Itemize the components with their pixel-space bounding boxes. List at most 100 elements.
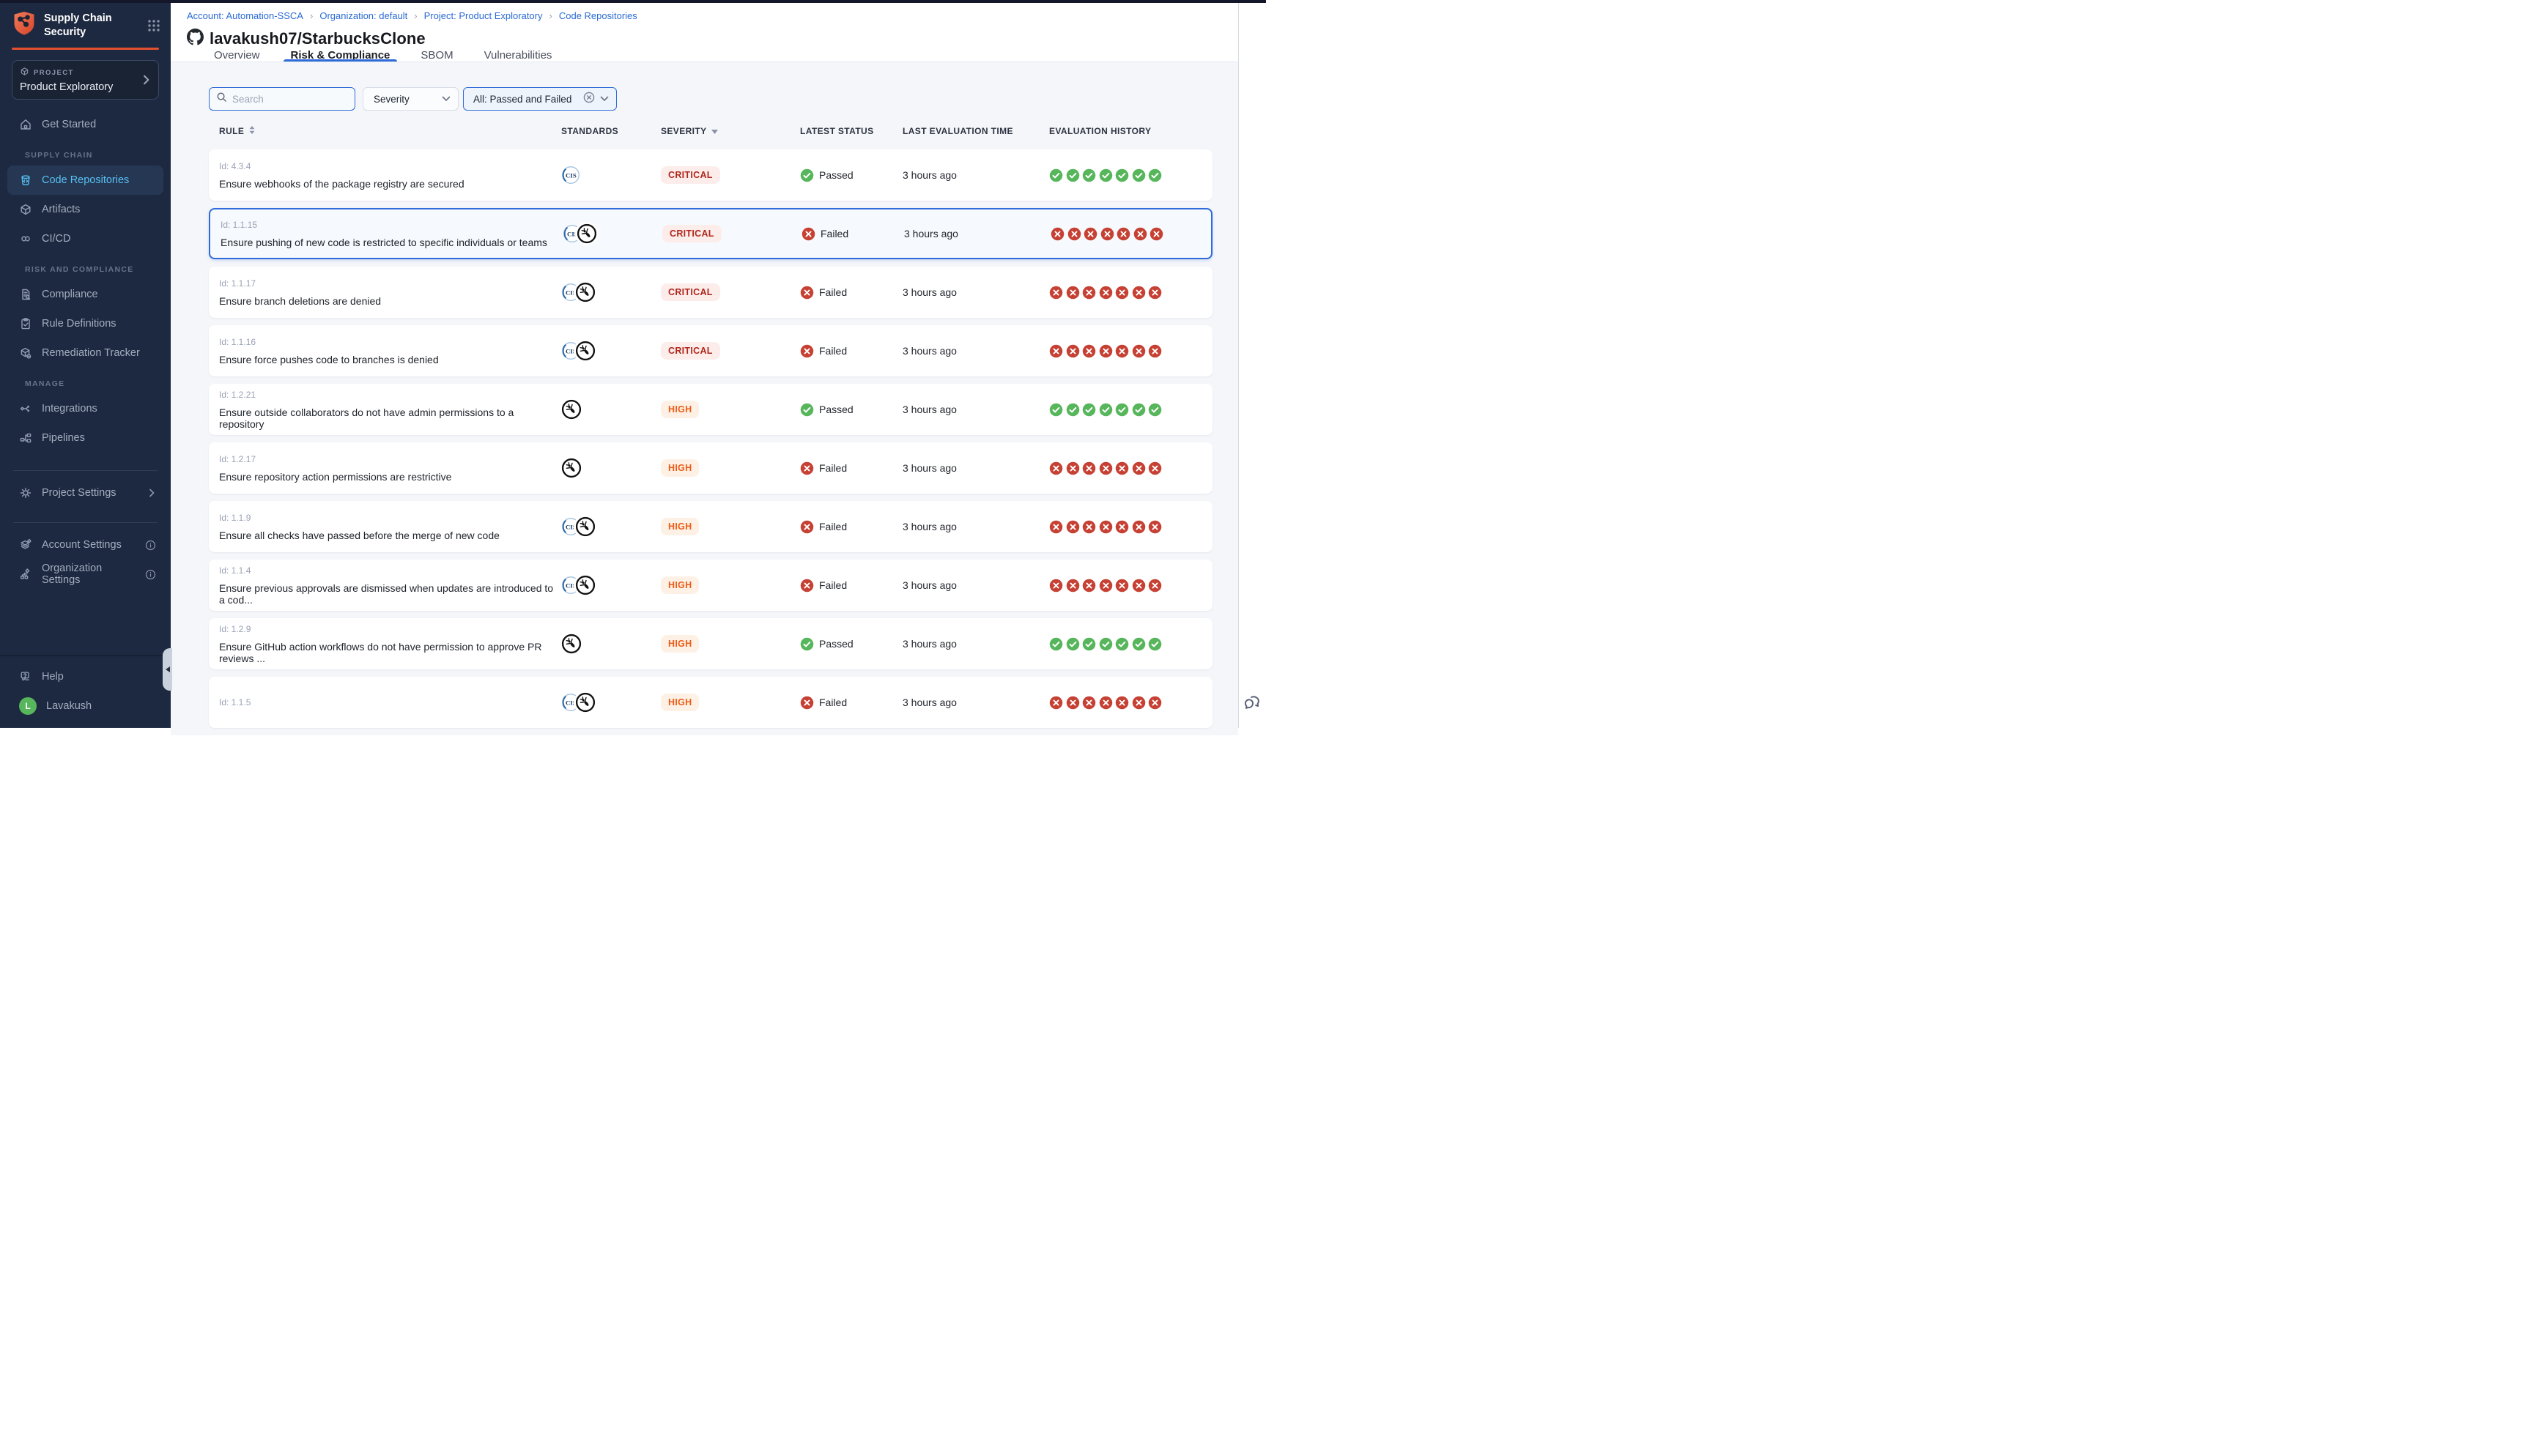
compliance-icon <box>19 288 32 301</box>
table-row[interactable]: Id: 1.1.9Ensure all checks have passed b… <box>209 501 1213 552</box>
rule-id: Id: 1.1.9 <box>219 513 561 523</box>
chevron-right-icon[interactable] <box>148 489 156 497</box>
history-fail-icon <box>1082 286 1096 300</box>
sidebar-item-remediation-tracker[interactable]: Remediation Tracker <box>7 338 163 368</box>
table-row[interactable]: Id: 1.1.15Ensure pushing of new code is … <box>209 208 1213 259</box>
last-evaluation-time: 3 hours ago <box>903 697 1049 708</box>
rule-cell: Id: 1.1.15Ensure pushing of new code is … <box>210 220 563 248</box>
table-row[interactable]: Id: 1.1.4Ensure previous approvals are d… <box>209 560 1213 611</box>
svg-text:CIS: CIS <box>566 171 577 179</box>
project-selector[interactable]: PROJECT Product Exploratory <box>12 60 159 100</box>
sidebar-item-help[interactable]: Help <box>7 662 163 691</box>
column-rule[interactable]: RULE <box>209 125 561 137</box>
column-evaluation-history: EVALUATION HISTORY <box>1049 126 1213 136</box>
sidebar-item-rule-definitions[interactable]: Rule Definitions <box>7 309 163 338</box>
latest-status-cell: Failed <box>800 344 903 358</box>
sidebar-item-label: Compliance <box>42 289 98 300</box>
rule-name: Ensure pushing of new code is restricted… <box>221 237 563 248</box>
last-evaluation-time: 3 hours ago <box>903 521 1049 532</box>
latest-status-cell: Failed <box>800 286 903 300</box>
severity-dropdown[interactable]: Severity <box>363 87 459 111</box>
breadcrumb-code-repositories[interactable]: Code Repositories <box>543 10 637 21</box>
tab-vulnerabilities[interactable]: Vulnerabilities <box>481 49 555 62</box>
sidebar-item-get-started[interactable]: Get Started <box>7 110 163 139</box>
severity-badge: CRITICAL <box>661 166 720 184</box>
severity-cell: HIGH <box>661 576 800 594</box>
table-row[interactable]: Id: 1.2.21Ensure outside collaborators d… <box>209 384 1213 435</box>
sidebar-item-code-repositories[interactable]: Code Repositories <box>7 166 163 195</box>
history-fail-icon <box>1049 579 1063 593</box>
history-fail-icon <box>1066 696 1080 710</box>
table-row[interactable]: Id: 4.3.4Ensure webhooks of the package … <box>209 149 1213 201</box>
clear-filter-icon[interactable] <box>583 92 595 107</box>
main-area: Account: Automation-SSCA Organization: d… <box>171 0 1238 728</box>
history-fail-icon <box>1148 286 1162 300</box>
sidebar-collapse-handle[interactable] <box>163 648 172 691</box>
column-severity[interactable]: SEVERITY <box>661 126 800 136</box>
sidebar-item-compliance[interactable]: Compliance <box>7 280 163 309</box>
history-pass-icon <box>1148 403 1162 417</box>
rule-id: Id: 4.3.4 <box>219 161 561 171</box>
tab-sbom[interactable]: SBOM <box>418 49 456 62</box>
history-fail-icon <box>1082 461 1096 475</box>
breadcrumb-organization[interactable]: Organization: default <box>303 10 407 21</box>
evaluation-history-cell <box>1049 637 1213 651</box>
artifacts-icon <box>19 203 32 216</box>
sidebar-item-label: Get Started <box>42 119 96 130</box>
severity-badge: HIGH <box>661 635 699 653</box>
owasp-icon <box>575 516 596 537</box>
table-row[interactable]: Id: 1.1.16Ensure force pushes code to br… <box>209 325 1213 376</box>
tab-risk-compliance[interactable]: Risk & Compliance <box>288 49 393 62</box>
status-filter-dropdown[interactable]: All: Passed and Failed <box>463 87 617 111</box>
evaluation-history-cell <box>1049 286 1213 300</box>
filter-caret-icon[interactable] <box>711 126 718 136</box>
history-pass-icon <box>1082 403 1096 417</box>
rule-name: Ensure GitHub action workflows do not ha… <box>219 641 561 664</box>
standards-cell <box>561 399 661 420</box>
failed-icon <box>800 696 814 710</box>
history-fail-icon <box>1132 461 1146 475</box>
sidebar-item-pipelines[interactable]: Pipelines <box>7 423 163 453</box>
tab-overview[interactable]: Overview <box>211 49 263 62</box>
sidebar-item-project-settings[interactable]: Project Settings <box>7 478 163 508</box>
history-fail-icon <box>1115 579 1129 593</box>
sidebar-item-ci-cd[interactable]: CI/CD <box>7 224 163 253</box>
standards-cell: CIS <box>561 166 661 185</box>
sidebar-item-account-settings[interactable]: Account Settings <box>7 530 163 560</box>
owasp-icon <box>561 634 582 654</box>
standards-cell: CIS <box>561 516 661 537</box>
sidebar-item-artifacts[interactable]: Artifacts <box>7 195 163 224</box>
module-grid-icon[interactable] <box>147 19 160 32</box>
sidebar-item-organization-settings[interactable]: Organization Settings <box>7 560 163 589</box>
history-pass-icon <box>1099 403 1113 417</box>
history-pass-icon <box>1049 403 1063 417</box>
latest-status-cell: Passed <box>800 168 903 182</box>
table-row[interactable]: Id: 1.2.9Ensure GitHub action workflows … <box>209 618 1213 669</box>
owasp-icon <box>561 458 582 478</box>
sidebar-item-label: Project Settings <box>42 487 116 499</box>
severity-cell: HIGH <box>661 401 800 418</box>
breadcrumb-project[interactable]: Project: Product Exploratory <box>407 10 542 21</box>
table-row[interactable]: Id: 1.1.5CISHIGHFailed3 hours ago <box>209 677 1213 728</box>
sidebar-item-integrations[interactable]: Integrations <box>7 394 163 423</box>
sidebar-item-label: Artifacts <box>42 204 80 215</box>
chat-launcher-icon[interactable] <box>1243 692 1262 712</box>
user-menu[interactable]: LLavakush <box>7 691 163 721</box>
status-label: Failed <box>819 579 847 591</box>
search-input[interactable] <box>232 94 342 105</box>
standards-cell <box>561 458 661 478</box>
history-pass-icon <box>1132 403 1146 417</box>
status-label: Passed <box>819 169 854 181</box>
history-pass-icon <box>1148 168 1162 182</box>
table-row[interactable]: Id: 1.1.17Ensure branch deletions are de… <box>209 267 1213 318</box>
breadcrumb-account[interactable]: Account: Automation-SSCA <box>187 10 303 21</box>
sort-icon[interactable] <box>248 125 256 137</box>
sidebar-nav: Get StartedSUPPLY CHAINCode Repositories… <box>0 100 171 655</box>
rule-cell: Id: 1.1.9Ensure all checks have passed b… <box>209 513 561 541</box>
history-pass-icon <box>1049 168 1063 182</box>
history-fail-icon <box>1084 227 1097 241</box>
gear-icon <box>19 486 32 499</box>
table-row[interactable]: Id: 1.2.17Ensure repository action permi… <box>209 442 1213 494</box>
rule-id: Id: 1.2.17 <box>219 454 561 464</box>
rule-cell: Id: 1.2.9Ensure GitHub action workflows … <box>209 624 561 664</box>
